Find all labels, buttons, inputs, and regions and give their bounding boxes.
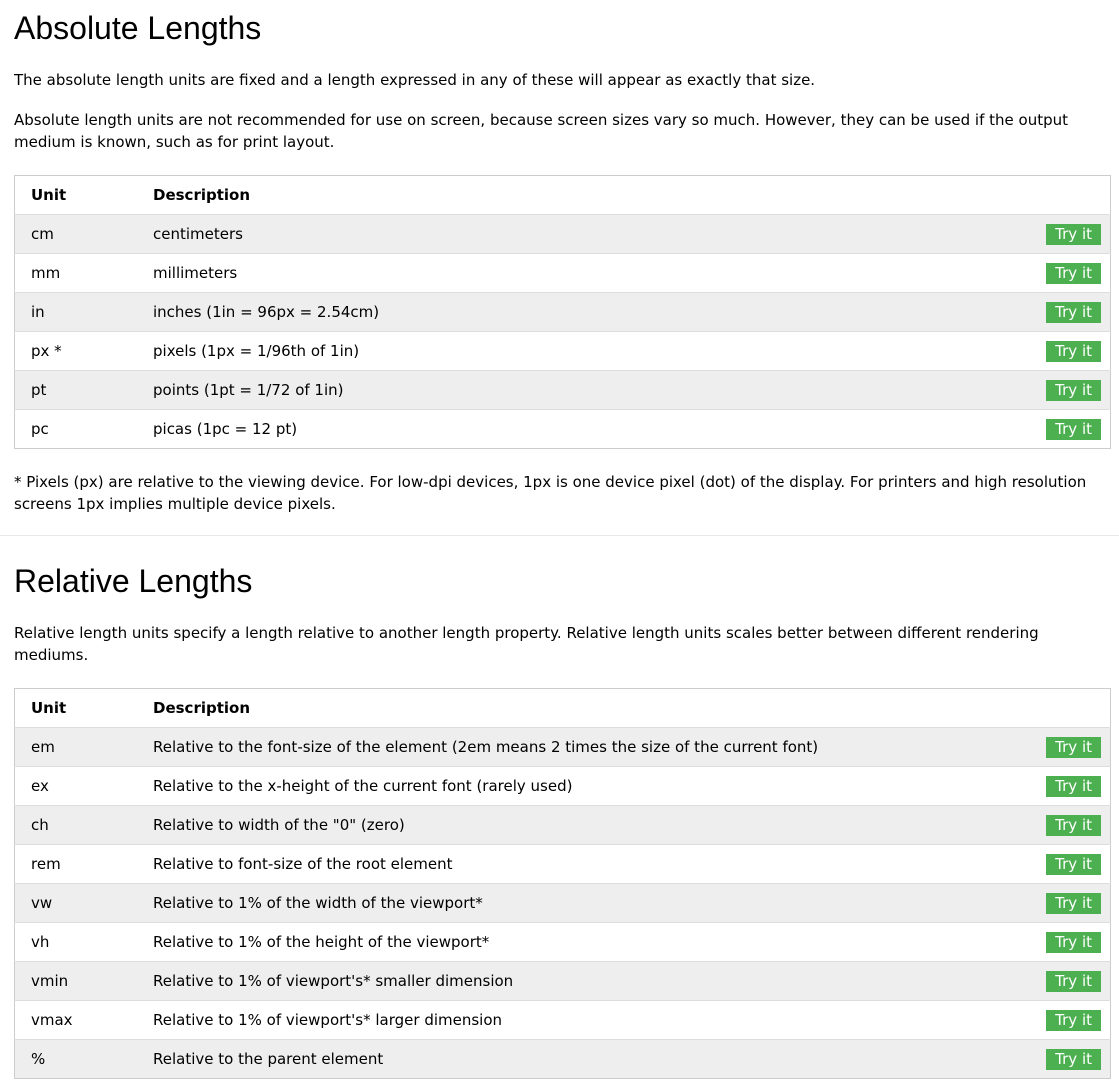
unit-cell: ex [14,766,153,806]
unit-cell: vmax [14,1000,153,1040]
description-cell: millimeters [153,253,1031,293]
table-row: vmin Relative to 1% of viewport's* small… [14,961,1111,1001]
table-row: rem Relative to font-size of the root el… [14,844,1111,884]
try-it-button[interactable]: Try it [1046,262,1101,284]
try-it-button[interactable]: Try it [1046,736,1101,758]
description-cell: Relative to 1% of viewport's* smaller di… [153,961,1031,1001]
unit-cell: vmin [14,961,153,1001]
table-row: vh Relative to 1% of the height of the v… [14,922,1111,962]
try-column-header [1031,688,1111,728]
table-row: vw Relative to 1% of the width of the vi… [14,883,1111,923]
description-cell: centimeters [153,214,1031,254]
absolute-lengths-heading: Absolute Lengths [14,10,262,46]
table-row: pt points (1pt = 1/72 of 1in) Try it [14,370,1111,410]
try-it-button[interactable]: Try it [1046,814,1101,836]
unit-cell: pc [31,420,49,438]
try-it-button[interactable]: Try it [1046,892,1101,914]
table-row: cm centimeters Try it [14,214,1111,254]
try-it-button[interactable]: Try it [1046,970,1101,992]
unit-cell: cm [14,214,153,254]
table-row: mm millimeters Try it [14,253,1111,293]
description-cell: Relative to the font-size of the element… [153,727,1031,767]
description-cell: pixels (1px = 1/96th of 1in) [153,331,1031,371]
description-cell: Relative to the x-height of the current … [153,766,1031,806]
unit-cell: ch [14,805,153,845]
unit-cell: in [14,292,153,332]
unit-cell: px * [14,331,153,371]
try-it-button[interactable]: Try it [1046,223,1101,245]
try-it-button[interactable]: Try it [1046,853,1101,875]
try-it-button[interactable]: Try it [1046,301,1101,323]
description-cell: Relative to width of the "0" (zero) [153,805,1031,845]
try-it-button[interactable]: Try it [1046,340,1101,362]
try-it-button[interactable]: Try it [1046,418,1101,440]
description-cell: Relative to 1% of the width of the viewp… [153,883,1031,923]
table-row: vmax Relative to 1% of viewport's* large… [14,1000,1111,1040]
try-it-button[interactable]: Try it [1046,1009,1101,1031]
table-row: em Relative to the font-size of the elem… [14,727,1111,767]
unit-cell: em [14,727,153,767]
description-cell: Relative to font-size of the root elemen… [153,844,1031,884]
try-column-header [1031,175,1111,215]
description-cell: Relative to 1% of viewport's* larger dim… [153,1000,1031,1040]
section-divider [0,535,1119,536]
absolute-recommendation-paragraph: Absolute length units are not recommende… [14,111,1068,151]
unit-cell: pt [14,370,153,410]
unit-cell: rem [14,844,153,884]
description-cell: inches (1in = 96px = 2.54cm) [153,292,1031,332]
unit-cell: % [31,1050,46,1068]
table-header-row: Unit Description [14,688,1111,728]
table-row: px * pixels (1px = 1/96th of 1in) Try it [14,331,1111,371]
relative-lengths-heading: Relative Lengths [14,563,253,599]
unit-column-header: Unit [14,175,153,215]
description-cell: points (1pt = 1/72 of 1in) [153,370,1031,410]
unit-cell: mm [14,253,153,293]
try-it-button[interactable]: Try it [1046,1048,1101,1070]
absolute-units-table: Unit Description cm centimeters Try it m… [14,175,1111,449]
pixels-footnote: * Pixels (px) are relative to the viewin… [14,473,1087,513]
absolute-intro-paragraph: The absolute length units are fixed and … [14,71,816,89]
description-cell: picas (1pc = 12 pt) [153,420,298,438]
description-cell: Relative to 1% of the height of the view… [153,922,1031,962]
description-column-header: Description [153,688,1031,728]
table-row: pc picas (1pc = 12 pt) Try it [14,409,1111,449]
table-header-row: Unit Description [14,175,1111,215]
description-column-header: Description [153,175,1031,215]
table-row: ch Relative to width of the "0" (zero) T… [14,805,1111,845]
table-row: % Relative to the parent element Try it [14,1039,1111,1079]
unit-cell: vw [14,883,153,923]
unit-cell: vh [14,922,153,962]
relative-intro-paragraph: Relative length units specify a length r… [14,624,1039,664]
try-it-button[interactable]: Try it [1046,379,1101,401]
unit-column-header: Unit [14,688,153,728]
relative-units-table: Unit Description em Relative to the font… [14,688,1111,1079]
table-row: ex Relative to the x-height of the curre… [14,766,1111,806]
table-row: in inches (1in = 96px = 2.54cm) Try it [14,292,1111,332]
description-cell: Relative to the parent element [153,1050,384,1068]
try-it-button[interactable]: Try it [1046,775,1101,797]
try-it-button[interactable]: Try it [1046,931,1101,953]
